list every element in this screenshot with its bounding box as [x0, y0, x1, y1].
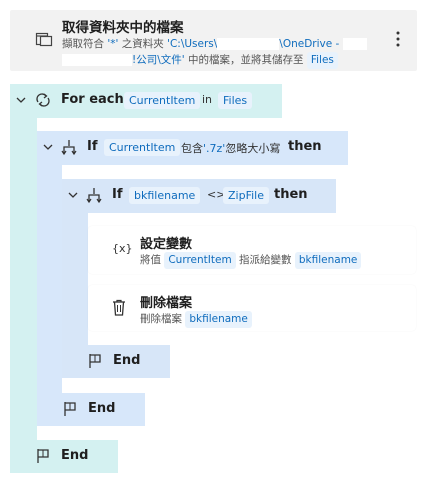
action-summary-line1: 擷取符合 '*' 之資料夾 'C:\Users\ \OneDrive -: [62, 36, 367, 51]
for-each-body-rail: [10, 118, 37, 440]
loop-item-variable[interactable]: CurrentItem: [124, 92, 201, 109]
action-summary-line2: !公司\文件' 中的檔案，並將其儲存至 Files: [62, 52, 338, 69]
trash-icon: [112, 299, 126, 316]
action-title: 取得資料夾中的檔案: [62, 20, 184, 36]
summary-text: 指派給變數: [239, 254, 292, 266]
chevron-down-icon[interactable]: [68, 191, 78, 199]
if-inner-header[interactable]: If bkfilename <> ZipFile then: [62, 179, 336, 213]
condition-option: 忽略大小寫: [225, 142, 281, 155]
file-variable-pill[interactable]: bkfilename: [185, 311, 252, 328]
condition-summary: 包含'.7z'忽略大小寫: [181, 140, 280, 156]
if-keyword: If: [112, 187, 123, 202]
if-outer-header[interactable]: If CurrentItem 包含'.7z'忽略大小寫 then: [37, 131, 348, 165]
value-variable-pill[interactable]: CurrentItem: [164, 252, 236, 269]
for-each-header[interactable]: For each CurrentItem in Files: [10, 84, 282, 118]
if-inner-body-rail: [62, 213, 88, 345]
if-outer-body-rail: [37, 165, 62, 393]
redacted-area: [342, 38, 367, 50]
if-branch-icon: [61, 139, 77, 157]
then-label: then: [274, 187, 308, 202]
action-get-files-in-folder[interactable]: 取得資料夾中的檔案 擷取符合 '*' 之資料夾 'C:\Users\ \OneDr…: [10, 10, 417, 71]
summary-text: 將值: [140, 254, 161, 266]
condition-value[interactable]: ZipFile: [223, 187, 269, 204]
if-inner-end[interactable]: End: [62, 345, 170, 378]
folder-path-value: !公司\文件': [132, 54, 185, 66]
action-delete-file[interactable]: 刪除檔案 刪除檔案 bkfilename: [88, 285, 416, 331]
end-label: End: [113, 353, 141, 368]
summary-text: 刪除檔案: [140, 313, 182, 325]
action-title: 設定變數: [140, 237, 193, 252]
condition-variable[interactable]: CurrentItem: [104, 139, 181, 156]
in-label: in: [202, 93, 213, 106]
redacted-area: [62, 54, 132, 66]
target-variable-pill[interactable]: bkfilename: [294, 252, 362, 269]
folder-path-value: \OneDrive -: [279, 38, 343, 50]
end-label: End: [61, 448, 89, 463]
redacted-area: [217, 38, 280, 50]
action-summary: 將值 CurrentItem 指派給變數 bkfilename: [140, 252, 362, 269]
flag-icon: [36, 448, 50, 464]
more-options-icon[interactable]: [395, 30, 401, 48]
action-title: 刪除檔案: [140, 296, 193, 311]
flag-icon: [63, 401, 77, 417]
summary-text: 中的檔案，並將其儲存至: [184, 54, 307, 66]
then-label: then: [288, 139, 322, 154]
condition-operator: 包含: [181, 142, 203, 155]
action-summary: 刪除檔案 bkfilename: [140, 311, 252, 328]
for-each-keyword: For each: [61, 92, 124, 107]
output-variable-pill[interactable]: Files: [306, 52, 338, 69]
condition-variable[interactable]: bkfilename: [129, 187, 201, 204]
chevron-down-icon[interactable]: [16, 96, 26, 104]
for-each-end[interactable]: End: [10, 440, 118, 473]
summary-text: 之資料夾: [118, 38, 168, 50]
end-label: End: [88, 401, 116, 416]
if-keyword: If: [87, 139, 98, 154]
action-set-variable[interactable]: {x} 設定變數 將值 CurrentItem 指派給變數 bkfilename: [88, 226, 416, 274]
loop-collection-variable[interactable]: Files: [218, 92, 253, 109]
file-filter-value: '*': [107, 38, 119, 50]
if-branch-icon: [86, 187, 102, 205]
folder-path-value: 'C:\Users\: [167, 38, 218, 50]
variable-icon: {x}: [112, 242, 133, 255]
flag-icon: [88, 353, 102, 369]
summary-text: 擷取符合: [62, 38, 108, 50]
condition-value: '.7z': [203, 142, 226, 155]
folder-files-icon: [35, 31, 53, 47]
loop-icon: [34, 91, 52, 109]
chevron-down-icon[interactable]: [43, 143, 53, 151]
if-outer-end[interactable]: End: [37, 393, 145, 426]
